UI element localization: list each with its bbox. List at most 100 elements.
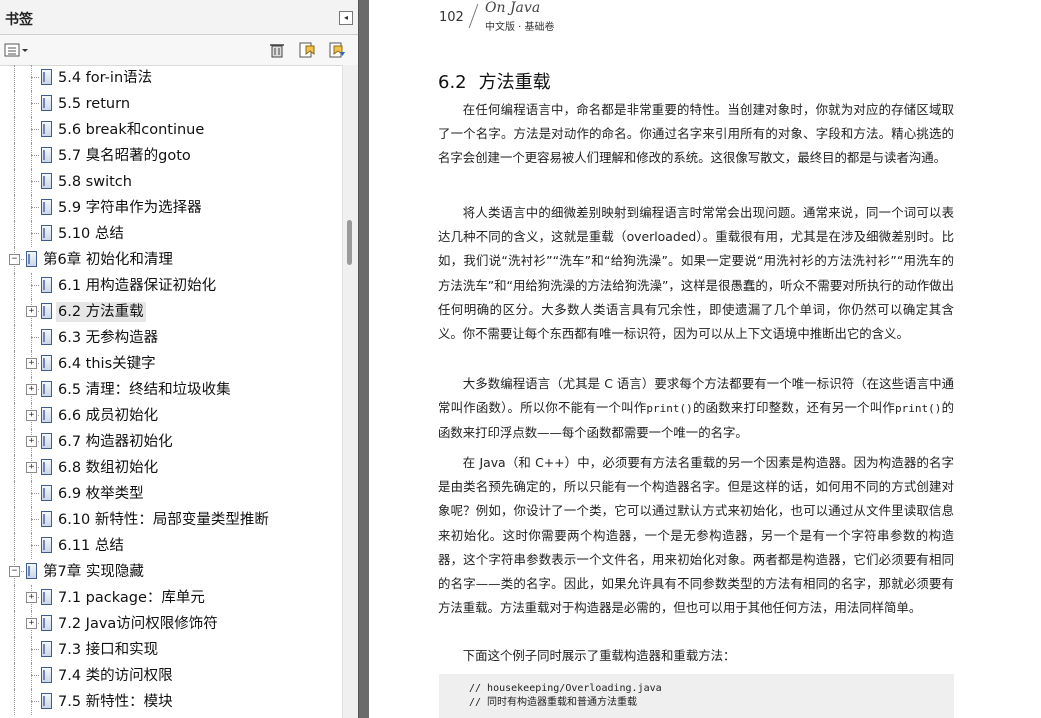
bookmark-label[interactable]: 5.9 字符串作为选择器 — [56, 198, 204, 218]
bookmark-label[interactable]: 5.10 总结 — [56, 224, 126, 244]
bookmark-label[interactable]: 第6章 初始化和清理 — [41, 250, 175, 270]
tree-line — [14, 481, 15, 507]
bookmark-icon — [26, 251, 37, 267]
tree-line — [14, 403, 15, 429]
bookmark-item[interactable]: 6.3 无参构造器 — [0, 325, 343, 351]
expand-toggle-icon[interactable]: + — [26, 410, 37, 421]
bookmark-label[interactable]: 6.6 成员初始化 — [56, 406, 160, 426]
bookmark-item[interactable]: +6.6 成员初始化 — [0, 403, 343, 429]
bookmark-item[interactable]: 7.4 类的访问权限 — [0, 663, 343, 689]
trash-icon[interactable] — [268, 42, 286, 58]
collapse-toggle-icon[interactable]: − — [9, 254, 20, 265]
collapse-toggle-icon[interactable]: − — [9, 566, 20, 577]
bookmark-item[interactable]: 5.4 for-in语法 — [0, 65, 343, 91]
bookmark-item[interactable]: 6.1 用构造器保证初始化 — [0, 273, 343, 299]
bookmark-label[interactable]: 5.4 for-in语法 — [56, 68, 154, 88]
bookmark-item[interactable]: +7.2 Java访问权限修饰符 — [0, 611, 343, 637]
expand-toggle-icon[interactable]: + — [26, 384, 37, 395]
bookmark-item[interactable]: 5.9 字符串作为选择器 — [0, 195, 343, 221]
bookmark-icon — [41, 147, 52, 163]
bookmarks-toolbar — [0, 35, 358, 66]
tree-line — [31, 91, 32, 117]
paragraph-2: 将人类语言中的细微差别映射到编程语言时常常会出现问题。通常来说，同一个词可以表达… — [438, 205, 954, 342]
bookmark-icon — [41, 225, 52, 241]
bookmark-label[interactable]: 6.9 枚举类型 — [56, 484, 146, 504]
bookmark-label[interactable]: 6.11 总结 — [56, 536, 126, 556]
tree-line — [31, 663, 32, 689]
tree-line — [14, 91, 15, 117]
expand-toggle-icon[interactable]: + — [26, 462, 37, 473]
bookmark-label[interactable]: 6.8 数组初始化 — [56, 458, 160, 478]
expand-toggle-icon[interactable]: + — [26, 618, 37, 629]
tree-line — [31, 129, 39, 130]
expand-toggle-icon[interactable]: + — [26, 358, 37, 369]
inline-code-print: print() — [646, 402, 693, 416]
tree-line — [14, 637, 15, 663]
header-divider — [468, 4, 479, 28]
new-bookmark-icon[interactable] — [298, 42, 316, 58]
bookmark-item[interactable]: 6.11 总结 — [0, 533, 343, 559]
bookmark-label[interactable]: 6.2 方法重载 — [56, 302, 146, 322]
tree-line — [14, 533, 15, 559]
tree-line — [14, 169, 15, 195]
bookmark-item[interactable]: 5.6 break和continue — [0, 117, 343, 143]
bookmark-item[interactable]: 5.10 总结 — [0, 221, 343, 247]
tree-line — [14, 325, 15, 351]
bookmark-item[interactable]: +6.5 清理：终结和垃圾收集 — [0, 377, 343, 403]
bookmark-item[interactable]: 7.5 新特性：模块 — [0, 689, 343, 715]
bookmark-item[interactable]: +6.7 构造器初始化 — [0, 429, 343, 455]
bookmarks-scrollbar[interactable] — [342, 65, 358, 718]
tree-line — [31, 273, 32, 299]
expand-toggle-icon[interactable]: + — [26, 436, 37, 447]
bookmark-item[interactable]: 6.10 新特性：局部变量类型推断 — [0, 507, 343, 533]
bookmark-label[interactable]: 5.5 return — [56, 94, 132, 114]
paragraph-4: 在 Java（和 C++）中，必须要有方法名重载的另一个因素是构造器。因为构造器… — [438, 455, 954, 616]
tree-line — [14, 299, 15, 325]
document-view: 102 On Java 中文版 · 基础卷 6.2 方法重载 在任何编程语言中，命… — [359, 0, 1041, 718]
bookmark-label[interactable]: 6.3 无参构造器 — [56, 328, 160, 348]
expand-toggle-icon[interactable]: + — [26, 592, 37, 603]
bookmark-item[interactable]: 5.5 return — [0, 91, 343, 117]
expand-toggle-icon[interactable]: + — [26, 306, 37, 317]
tree-line — [14, 65, 15, 91]
bookmark-item[interactable]: 5.7 臭名昭著的goto — [0, 143, 343, 169]
book-subtitle: 中文版 · 基础卷 — [485, 22, 555, 33]
tree-line — [14, 455, 15, 481]
bookmark-label[interactable]: 5.8 switch — [56, 172, 134, 192]
code-line: // 同时有构造器重载和普通方法重载 — [469, 697, 638, 708]
bookmark-icon — [41, 69, 52, 85]
bookmark-label[interactable]: 7.5 新特性：模块 — [56, 692, 175, 712]
tree-line — [31, 545, 39, 546]
code-line: // housekeeping/Overloading.java — [469, 683, 662, 694]
bookmark-item[interactable]: 6.9 枚举类型 — [0, 481, 343, 507]
tree-line — [14, 377, 15, 403]
bookmark-item[interactable]: +7.1 package：库单元 — [0, 585, 343, 611]
bookmark-label[interactable]: 5.6 break和continue — [56, 120, 206, 140]
bookmark-chapter[interactable]: − 第7章 实现隐藏 — [0, 559, 343, 585]
bookmark-label[interactable]: 第7章 实现隐藏 — [41, 562, 146, 582]
tree-line — [31, 637, 32, 663]
collapse-panel-button[interactable]: ◂ — [339, 11, 353, 25]
bookmark-label[interactable]: 6.7 构造器初始化 — [56, 432, 175, 452]
bookmark-label[interactable]: 6.5 清理：终结和垃圾收集 — [56, 380, 233, 400]
bookmark-label[interactable]: 5.7 臭名昭著的goto — [56, 146, 193, 166]
bookmark-label[interactable]: 7.4 类的访问权限 — [56, 666, 175, 686]
scrollbar-thumb[interactable] — [347, 220, 352, 265]
bookmark-label[interactable]: 7.3 接口和实现 — [56, 640, 160, 660]
bookmark-item[interactable]: +6.4 this关键字 — [0, 351, 343, 377]
tree-line — [31, 337, 39, 338]
bookmark-item[interactable]: +6.2 方法重载 — [0, 299, 343, 325]
bookmark-item[interactable]: +6.8 数组初始化 — [0, 455, 343, 481]
bookmark-chapter[interactable]: − 第6章 初始化和清理 — [0, 247, 343, 273]
bookmark-label[interactable]: 6.1 用构造器保证初始化 — [56, 276, 218, 296]
bookmark-item[interactable]: 7.3 接口和实现 — [0, 637, 343, 663]
expand-bookmark-icon[interactable] — [328, 42, 346, 58]
tree-line — [31, 169, 32, 195]
bookmark-label[interactable]: 6.10 新特性：局部变量类型推断 — [56, 510, 271, 530]
options-menu-icon[interactable] — [4, 42, 30, 58]
bookmark-label[interactable]: 7.1 package：库单元 — [56, 588, 207, 608]
bookmark-label[interactable]: 7.2 Java访问权限修饰符 — [56, 614, 220, 634]
bookmark-label[interactable]: 6.4 this关键字 — [56, 354, 158, 374]
bookmark-icon — [41, 433, 52, 449]
bookmark-item[interactable]: 5.8 switch — [0, 169, 343, 195]
